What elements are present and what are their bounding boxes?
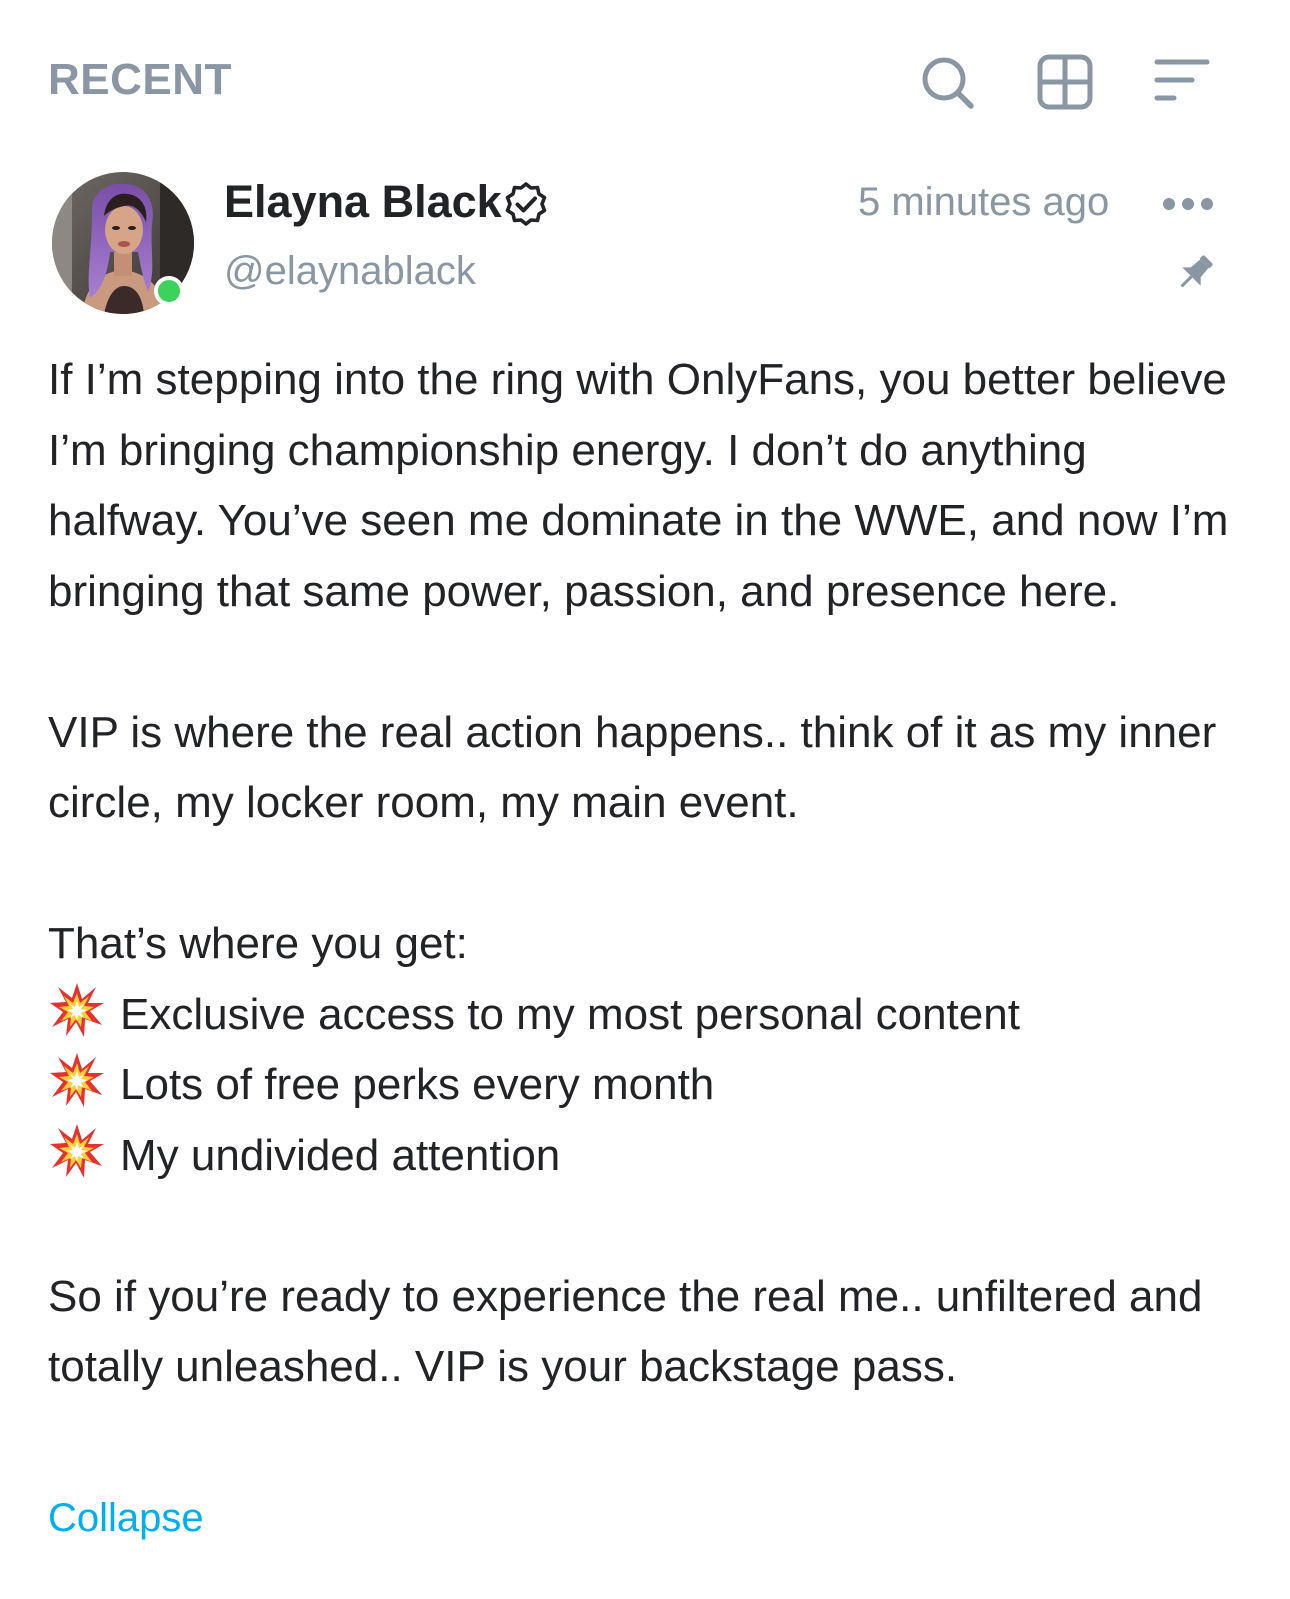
search-icon[interactable]: [917, 52, 977, 112]
online-status-indicator: [154, 276, 184, 306]
verified-badge-icon: [502, 180, 550, 228]
post-paragraph: That’s where you get:: [48, 919, 468, 968]
collapse-link[interactable]: Collapse: [48, 1494, 204, 1542]
collision-emoji-icon: [48, 981, 106, 1039]
post-timestamp: 5 minutes ago: [858, 180, 1110, 224]
sort-icon[interactable]: [1152, 52, 1212, 112]
post-paragraph: If I’m stepping into the ring with OnlyF…: [48, 355, 1229, 616]
list-item-text: Lots of free perks every month: [120, 1060, 715, 1109]
more-options-icon[interactable]: [1160, 188, 1216, 220]
post-paragraph: VIP is where the real action happens.. t…: [48, 707, 1217, 828]
list-item: Lots of free perks every month: [48, 1050, 1238, 1121]
post-paragraph: So if you’re ready to experience the rea…: [48, 1271, 1203, 1392]
section-title: RECENT: [48, 55, 232, 104]
list-item: Exclusive access to my most personal con…: [48, 980, 1238, 1051]
grid-view-icon[interactable]: [1035, 52, 1095, 112]
top-bar: RECENT: [0, 0, 1290, 160]
collision-emoji-icon: [48, 1051, 106, 1109]
list-item: My undivided attention: [48, 1121, 1238, 1192]
post-text: If I’m stepping into the ring with OnlyF…: [48, 345, 1238, 1403]
list-item-text: My undivided attention: [120, 1130, 561, 1180]
author-display-name[interactable]: Elayna Black: [224, 176, 502, 228]
collision-emoji-icon: [48, 1122, 106, 1180]
author-username[interactable]: @elaynablack: [224, 248, 476, 294]
pin-icon: [1172, 250, 1218, 296]
list-item-text: Exclusive access to my most personal con…: [120, 989, 1020, 1039]
